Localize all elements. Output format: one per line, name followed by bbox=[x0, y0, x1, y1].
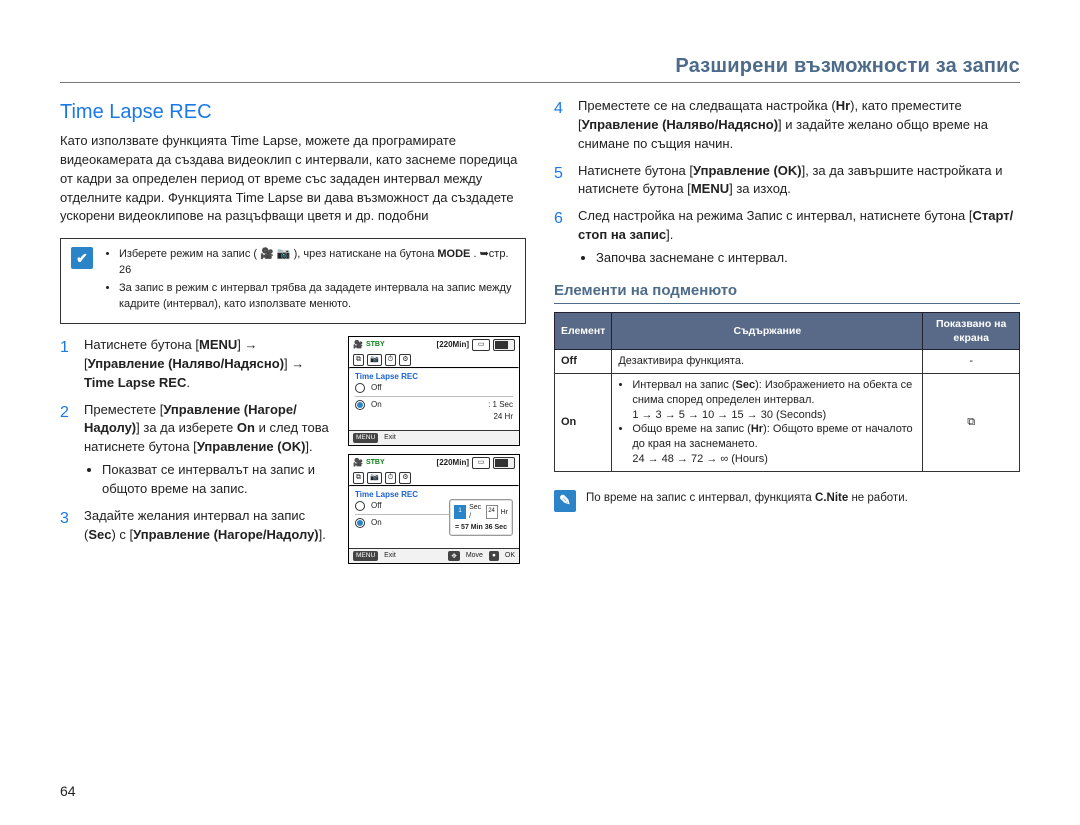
prereq-item-2: За запис в режим с интервал трябва да за… bbox=[119, 281, 515, 313]
chapter-title: Разширени възможности за запис bbox=[60, 55, 1020, 83]
mode-icon: ⏱ bbox=[385, 472, 396, 484]
battery-icon bbox=[493, 339, 515, 351]
prerequisite-box: ✔ Изберете режим на запис ( 🎥 📷 ), чрез … bbox=[60, 238, 526, 324]
step-number: 3 bbox=[60, 507, 74, 545]
left-column: Time Lapse REC Като използвате функцията… bbox=[60, 97, 526, 572]
lcd-screenshot-1: 🎥 STBY [220Min] ▭ ⧉ 📷 bbox=[348, 336, 520, 446]
step-number: 1 bbox=[60, 336, 74, 393]
step-number: 4 bbox=[554, 97, 568, 154]
battery-icon bbox=[493, 457, 515, 469]
video-icon: 🎥 bbox=[260, 248, 274, 260]
sdcard-icon: ▭ bbox=[472, 457, 490, 469]
mode-icon: ⚙ bbox=[399, 472, 411, 484]
step-body: Преместете се на следващата настройка (H… bbox=[578, 97, 1020, 154]
intro-paragraph: Като използвате функцията Time Lapse, мо… bbox=[60, 132, 526, 226]
steps-right: 4Преместете се на следващата настройка (… bbox=[554, 97, 1020, 268]
instruction-step: 2Преместете [Управление (Нагоре/Надолу)]… bbox=[60, 401, 336, 499]
mode-icon: ⧉ bbox=[353, 472, 364, 484]
interval-popover: 1 Sec / 24 Hr = 57 Min 36 Sec bbox=[449, 499, 513, 536]
page-number: 64 bbox=[60, 783, 76, 799]
step-number: 5 bbox=[554, 162, 568, 200]
instruction-step: 6След настройка на режима Запис с интерв… bbox=[554, 207, 1020, 268]
video-icon: 🎥 bbox=[353, 458, 363, 467]
step-body: След настройка на режима Запис с интерва… bbox=[578, 207, 1020, 268]
photo-icon: 📷 bbox=[277, 248, 291, 260]
submenu-heading: Елементи на подменюто bbox=[554, 282, 1020, 304]
menu-key-icon: MENU bbox=[353, 551, 378, 561]
mode-icon: ⏱ bbox=[385, 354, 396, 366]
prereq-item-1: Изберете режим на запис ( 🎥 📷 ), чрез на… bbox=[119, 247, 515, 279]
instruction-step: 5 Натиснете бутона [Управление (OK)], за … bbox=[554, 162, 1020, 200]
table-cell-element: On bbox=[555, 373, 612, 471]
instruction-step: 1Натиснете бутона [MENU] → [Управление (… bbox=[60, 336, 336, 393]
instruction-step: 3 Задайте желания интервал на запис (Sec)… bbox=[60, 507, 336, 545]
submenu-table: Елемент Съдържание Показвано на екрана O… bbox=[554, 312, 1020, 472]
note-box: ✎ По време на запис с интервал, функцият… bbox=[554, 490, 1020, 512]
mode-icon: 📷 bbox=[367, 354, 382, 366]
sdcard-icon: ▭ bbox=[472, 339, 490, 351]
mode-icon: ⚙ bbox=[399, 354, 411, 366]
instruction-step: 4Преместете се на следващата настройка (… bbox=[554, 97, 1020, 154]
step-body: Натиснете бутона [MENU] → [Управление (Н… bbox=[84, 336, 336, 393]
table-header-content: Съдържание bbox=[612, 312, 923, 349]
step-bullet: Показват се интервалът на запис и общото… bbox=[102, 461, 336, 499]
table-cell-element: Off bbox=[555, 350, 612, 374]
mode-icon: 📷 bbox=[367, 472, 382, 484]
menu-key-icon: MENU bbox=[353, 433, 378, 443]
table-bullet: Общо време на запис (Hr): Общото време о… bbox=[632, 422, 916, 467]
table-header-element: Елемент bbox=[555, 312, 612, 349]
table-cell-content: Интервал на запис (Sec): Изображението н… bbox=[612, 373, 923, 471]
step-body: Преместете [Управление (Нагоре/Надолу)] … bbox=[84, 401, 336, 499]
mode-icon: ⧉ bbox=[353, 354, 364, 366]
step-body: Задайте желания интервал на запис (Sec) … bbox=[84, 507, 336, 545]
section-title: Time Lapse REC bbox=[60, 101, 526, 124]
step-number: 6 bbox=[554, 207, 568, 268]
table-cell-icon: ⧉ bbox=[923, 373, 1020, 471]
ok-key-icon: ● bbox=[489, 551, 499, 561]
table-cell-content: Дезактивира функцията. bbox=[612, 350, 923, 374]
step-body: Натиснете бутона [Управление (OK)], за д… bbox=[578, 162, 1020, 200]
note-icon: ✎ bbox=[554, 490, 576, 512]
table-row: On Интервал на запис (Sec): Изображението… bbox=[555, 373, 1020, 471]
check-icon: ✔ bbox=[71, 247, 93, 269]
right-column: 4Преместете се на следващата настройка (… bbox=[554, 97, 1020, 572]
table-header-display: Показвано на екрана bbox=[923, 312, 1020, 349]
steps-left: 1Натиснете бутона [MENU] → [Управление (… bbox=[60, 336, 336, 552]
step-number: 2 bbox=[60, 401, 74, 499]
dpad-icon: ✥ bbox=[448, 551, 459, 561]
note-text: По време на запис с интервал, функцията … bbox=[586, 490, 908, 506]
lcd-screenshot-2: 🎥 STBY [220Min] ▭ ⧉ 📷 bbox=[348, 454, 520, 564]
table-cell-icon: - bbox=[923, 350, 1020, 374]
submenu-table-body: OffДезактивира функцията.-OnИнтервал на … bbox=[555, 350, 1020, 472]
table-bullet: Интервал на запис (Sec): Изображението н… bbox=[632, 378, 916, 423]
step-bullet: Започва заснемане с интервал. bbox=[596, 249, 1020, 268]
table-row: OffДезактивира функцията.- bbox=[555, 350, 1020, 374]
video-icon: 🎥 bbox=[353, 340, 363, 349]
